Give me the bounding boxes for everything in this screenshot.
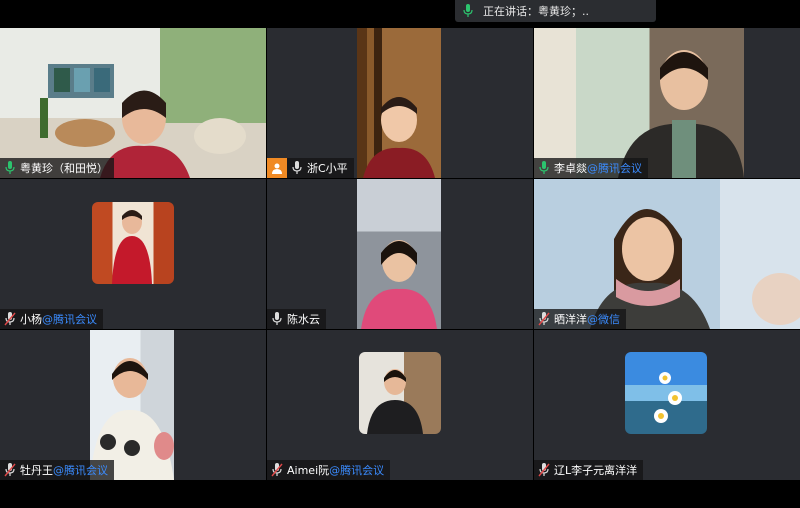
participant-nametag: 浙C小平 [267,158,354,178]
mic-icon [271,312,283,326]
mic-icon [538,161,550,175]
participant-tile[interactable]: 小杨 @腾讯会议 [0,179,266,329]
participant-video [0,28,266,178]
participant-video [357,28,441,178]
participant-nametag: 牡丹王 @腾讯会议 [0,460,114,480]
top-bar [0,0,800,28]
participant-name: Aimei阮 [287,464,330,477]
participant-name: 牡丹王 [20,464,53,477]
mic-icon [291,161,303,175]
flower-avatar-image [654,372,682,423]
participant-tile[interactable]: Aimei阮 @腾讯会议 [267,330,533,480]
mic-muted-icon [538,463,550,477]
participant-tile[interactable]: 牡丹王 @腾讯会议 [0,330,266,480]
participant-video [534,179,800,329]
participant-source: @腾讯会议 [587,162,642,175]
participant-name: 小杨 [20,313,42,326]
participant-name: 浙C小平 [307,162,348,175]
video-scene [40,28,266,178]
participant-video [359,352,441,434]
participant-name: 粤黄珍（和田悦） [20,162,108,175]
mic-muted-icon [4,463,16,477]
video-scene [590,209,800,329]
participant-source: @微信 [587,313,620,326]
participant-video [534,28,744,178]
video-scene [361,240,437,329]
speaking-indicator: 正在讲话：粤黄珍；.. [455,0,656,22]
participant-nametag: 李卓燚 @腾讯会议 [534,158,648,178]
participant-nametag: 陈水云 [267,309,326,329]
participant-tile[interactable]: 粤黄珍（和田悦） [0,28,266,178]
participant-tile[interactable]: 陈水云 [267,179,533,329]
participant-nametag: 辽L李子元离洋洋 [534,460,644,480]
participant-name: 李卓燚 [554,162,587,175]
participant-nametag: 粤黄珍（和田悦） [0,158,114,178]
mic-muted-icon [271,463,283,477]
speaking-text: 正在讲话：粤黄珍；.. [483,5,589,18]
video-grid: 粤黄珍（和田悦） 浙C小平 李卓燚 @腾讯会议 小杨 @腾讯会议 陈水云 晒洋洋… [0,28,800,480]
video-scene [112,210,152,284]
participant-source: @腾讯会议 [42,313,97,326]
participant-nametag: Aimei阮 @腾讯会议 [267,460,391,480]
participant-source: @腾讯会议 [329,464,385,477]
participant-nametag: 小杨 @腾讯会议 [0,309,103,329]
participant-name: 辽L李子元离洋洋 [554,464,638,477]
participant-tile[interactable]: 晒洋洋 @微信 [534,179,800,329]
video-scene [363,97,435,178]
mic-muted-icon [4,312,16,326]
participant-name: 陈水云 [287,313,320,326]
participant-source: @腾讯会议 [53,464,108,477]
participant-name: 晒洋洋 [554,313,587,326]
bottom-bar [0,480,800,508]
mic-active-icon [463,4,473,18]
participant-tile[interactable]: 李卓燚 @腾讯会议 [534,28,800,178]
participant-nametag: 晒洋洋 @微信 [534,309,626,329]
participant-video [357,179,441,329]
mic-icon [4,161,16,175]
participant-video [90,330,174,480]
video-scene [367,369,423,434]
mic-muted-icon [538,312,550,326]
camera-off-icon [267,158,287,178]
participant-video [92,202,174,284]
participant-avatar [625,352,707,434]
participant-tile[interactable]: 浙C小平 [267,28,533,178]
video-scene [90,358,174,480]
participant-tile[interactable]: 辽L李子元离洋洋 [534,330,800,480]
video-scene [618,50,744,178]
